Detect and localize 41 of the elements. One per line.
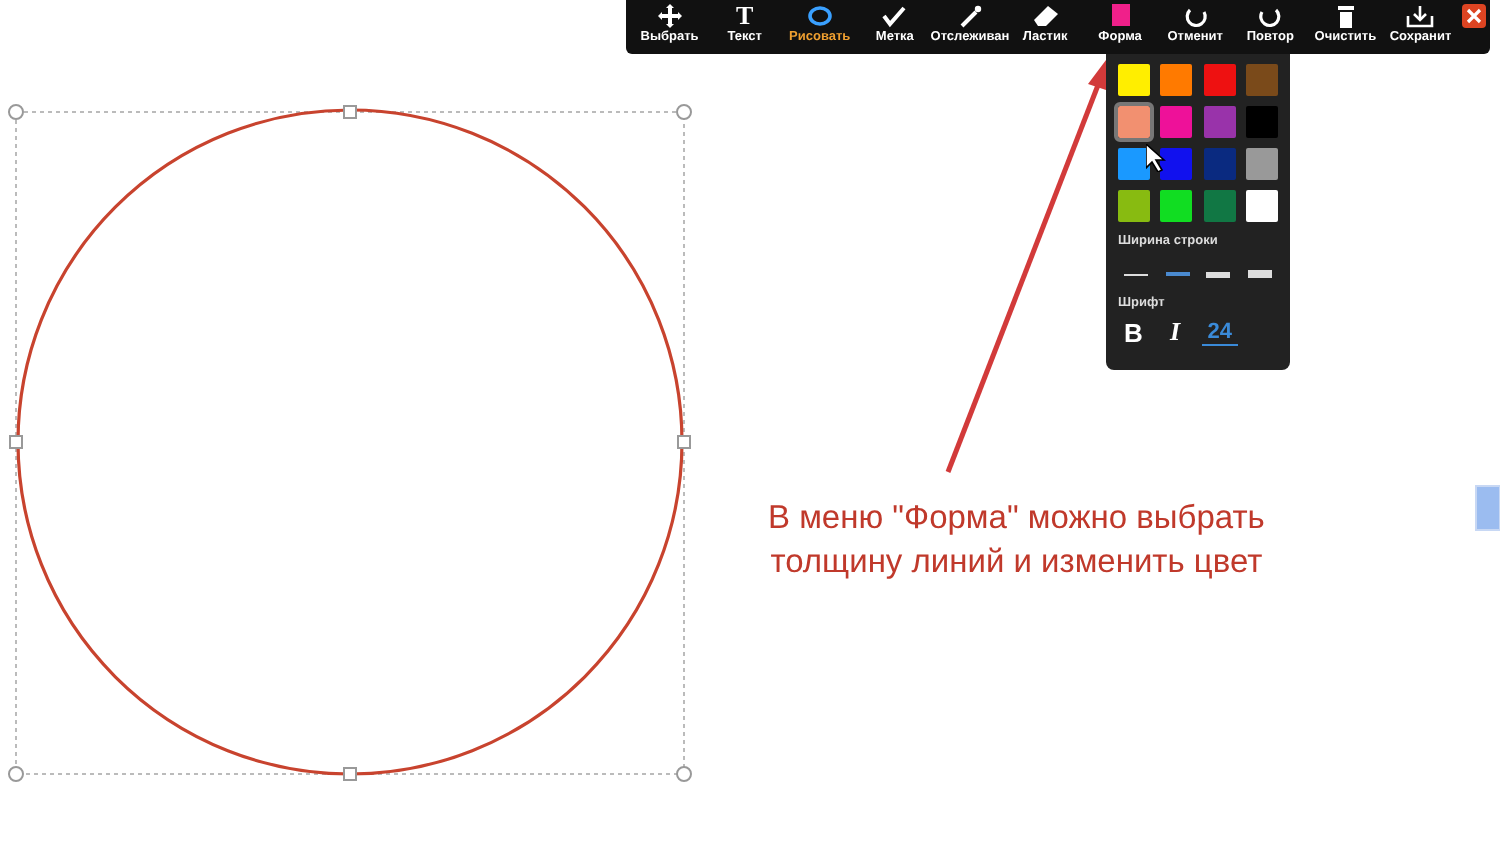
resize-handle[interactable]	[676, 104, 692, 120]
color-swatch[interactable]	[1160, 64, 1193, 96]
eraser-icon	[1031, 4, 1059, 28]
save-icon	[1406, 4, 1435, 28]
color-swatch[interactable]	[1203, 106, 1236, 138]
color-swatch[interactable]	[1160, 190, 1193, 222]
font-size-button[interactable]: 24	[1201, 319, 1238, 345]
resize-handle[interactable]	[677, 435, 691, 449]
close-icon	[1466, 8, 1483, 24]
color-swatch[interactable]	[1203, 190, 1236, 222]
square-icon	[1106, 4, 1135, 28]
color-swatch[interactable]	[1118, 106, 1150, 138]
color-swatch[interactable]	[1118, 148, 1150, 180]
ellipse-icon	[805, 4, 834, 28]
check-icon	[880, 4, 909, 28]
color-swatch[interactable]	[1245, 106, 1278, 138]
resize-handle[interactable]	[8, 766, 24, 782]
pen-icon	[955, 4, 984, 28]
redo-icon	[1256, 4, 1285, 28]
move-icon	[655, 4, 684, 28]
resize-handle[interactable]	[343, 767, 357, 781]
close-button[interactable]	[1462, 4, 1487, 28]
resize-handle[interactable]	[676, 766, 692, 782]
color-swatch[interactable]	[1203, 148, 1236, 180]
resize-handle[interactable]	[9, 435, 23, 449]
color-swatch[interactable]	[1245, 190, 1278, 222]
resize-handle[interactable]	[8, 104, 24, 120]
edge-tab	[1475, 485, 1500, 531]
color-swatch[interactable]	[1245, 64, 1278, 96]
color-swatch[interactable]	[1160, 106, 1193, 138]
annotation-text: В меню "Форма" можно выбрать толщину линий и изменить цвет	[768, 498, 1265, 584]
undo-icon	[1181, 4, 1210, 28]
italic-button[interactable]: I	[1164, 316, 1187, 348]
color-swatch[interactable]	[1203, 64, 1236, 96]
color-swatch[interactable]	[1160, 148, 1193, 180]
cursor-icon	[1146, 144, 1166, 172]
color-swatch[interactable]	[1245, 148, 1278, 180]
bold-button[interactable]: B	[1118, 317, 1149, 347]
resize-handle[interactable]	[343, 105, 357, 119]
color-swatch[interactable]	[1118, 190, 1150, 222]
color-swatch[interactable]	[1118, 64, 1150, 96]
